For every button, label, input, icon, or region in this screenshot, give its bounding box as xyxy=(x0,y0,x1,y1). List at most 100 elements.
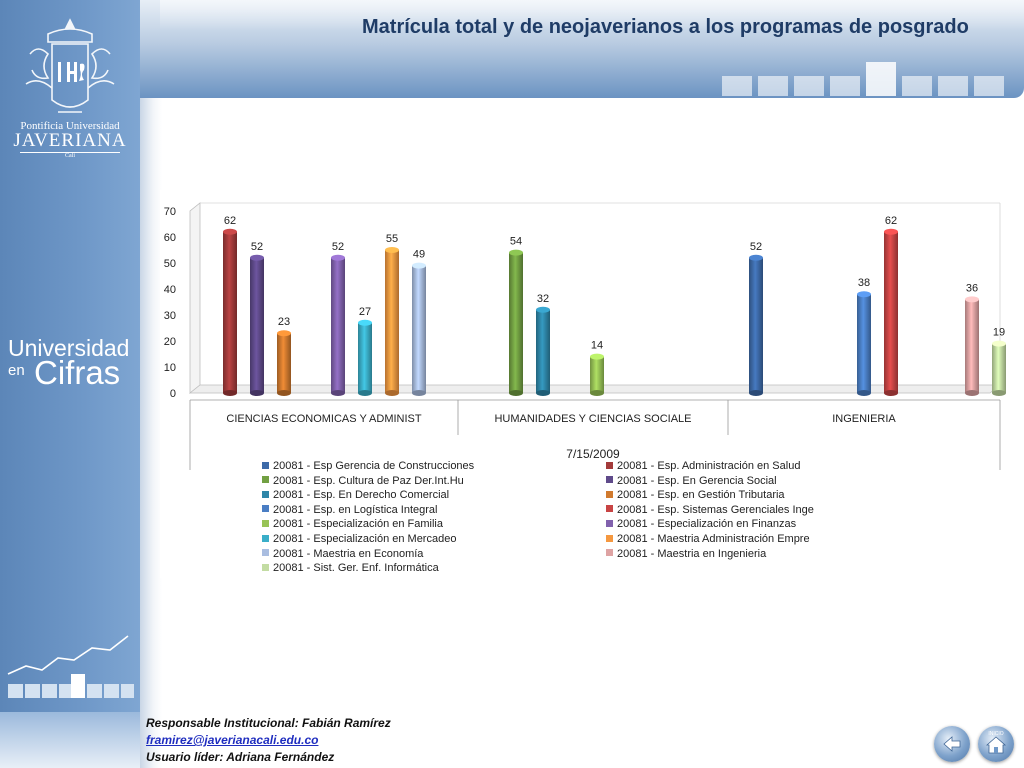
bar-cap xyxy=(884,228,898,235)
legend-entry: 20081 - Esp. Cultura de Paz Der.Int.Hu xyxy=(262,475,464,487)
sidebar-edge xyxy=(140,0,162,768)
bar-base xyxy=(965,390,979,396)
data-label: 55 xyxy=(386,233,398,245)
header-decor-block xyxy=(902,76,932,96)
y-tick-label: 50 xyxy=(164,258,176,270)
back-arrow-icon xyxy=(943,736,961,752)
home-icon: INICIO xyxy=(985,731,1007,754)
bar xyxy=(385,247,399,396)
data-label: 62 xyxy=(885,215,897,227)
bar-cap xyxy=(857,291,871,298)
y-tick-label: 30 xyxy=(164,310,176,322)
bar-body xyxy=(992,343,1006,393)
bar-body xyxy=(884,231,898,393)
data-label: 52 xyxy=(750,241,762,253)
legend-entry: 20081 - Esp. Administración en Salud xyxy=(606,460,800,472)
legend-swatch xyxy=(262,519,269,527)
category-label: INGENIERIA xyxy=(832,413,896,425)
legend-swatch xyxy=(606,505,613,513)
y-tick-label: 10 xyxy=(164,362,176,374)
legend-label: 20081 - Especialización en Finanzas xyxy=(617,518,797,531)
legend-swatch xyxy=(262,534,269,542)
data-label: 19 xyxy=(993,327,1005,339)
y-tick-label: 40 xyxy=(164,284,176,296)
header-decor-block xyxy=(974,76,1004,96)
bar-body xyxy=(965,299,979,393)
legend-entry: 20081 - Esp. en Gestión Tributaria xyxy=(606,489,785,501)
x-axis-label: 7/15/2009 xyxy=(566,447,620,461)
bar-cap xyxy=(509,249,523,256)
legend-swatch xyxy=(606,490,613,498)
legend-label: 20081 - Especialización en Familia xyxy=(273,518,443,531)
legend-entry: 20081 - Esp. Sistemas Gerenciales Inge xyxy=(606,504,814,516)
data-label: 38 xyxy=(858,277,870,289)
bar-body xyxy=(385,250,399,393)
brand-cifras: Cifras xyxy=(34,354,121,391)
bar-base xyxy=(749,390,763,396)
page-title: Matrícula total y de neojaverianos a los… xyxy=(362,16,969,38)
legend-entry: 20081 - Especialización en Familia xyxy=(262,518,443,530)
bar-cap xyxy=(223,228,237,235)
sidebar-growth-chart-icon xyxy=(7,635,134,698)
bar-cap xyxy=(992,340,1006,347)
bar xyxy=(509,249,523,396)
bar-body xyxy=(223,231,237,393)
bar-body xyxy=(536,309,550,393)
legend-entry: 20081 - Especialización en Finanzas xyxy=(606,518,796,530)
bar-cap xyxy=(536,306,550,313)
home-button[interactable]: INICIO xyxy=(978,726,1014,762)
bar-body xyxy=(331,257,345,393)
bar-base xyxy=(385,390,399,396)
bar-cap xyxy=(412,262,426,269)
legend-entry: 20081 - Maestria Administración Empre xyxy=(606,533,810,545)
bar xyxy=(749,254,763,396)
legend-label: 20081 - Esp. En Gerencia Social xyxy=(617,474,777,487)
header-decor-block xyxy=(830,76,860,96)
bar xyxy=(250,254,264,396)
legend-entry: 20081 - Maestria en Economía xyxy=(262,548,423,560)
bar-base xyxy=(412,390,426,396)
data-label: 23 xyxy=(278,316,290,328)
back-button[interactable] xyxy=(934,726,970,762)
legend-label: 20081 - Esp Gerencia de Construcciones xyxy=(273,460,475,472)
header-decor-block xyxy=(794,76,824,96)
bar xyxy=(965,296,979,396)
bar-cap xyxy=(965,296,979,303)
sidebar-bottom-panel xyxy=(0,712,140,768)
y-tick-label: 60 xyxy=(164,232,176,244)
legend-swatch xyxy=(606,534,613,542)
university-name-line2: JAVERIANA xyxy=(13,130,127,151)
bar-chart: 0 10 20 30 40 50 60 70 CIENCIAS ECONOMICAS Y ADM… xyxy=(164,202,1006,470)
bar-base xyxy=(331,390,345,396)
bar-body xyxy=(412,265,426,393)
data-label: 36 xyxy=(966,282,978,294)
bar-body xyxy=(749,257,763,393)
bar xyxy=(412,262,426,396)
bar-cap xyxy=(385,247,399,253)
data-label: 62 xyxy=(224,215,236,227)
bar-base xyxy=(884,390,898,396)
bar-base xyxy=(536,390,550,396)
legend-label: 20081 - Esp. Administración en Salud xyxy=(617,460,801,472)
bar-body xyxy=(857,294,871,393)
university-crest-icon xyxy=(25,18,115,113)
legend-label: 20081 - Sist. Ger. Enf. Informática xyxy=(273,562,439,575)
legend-label: 20081 - Esp. Sistemas Gerenciales Inge xyxy=(617,503,814,516)
legend-entry: 20081 - Esp. en Logística Integral xyxy=(262,504,438,516)
y-tick-label: 20 xyxy=(164,336,176,348)
bar xyxy=(223,228,237,396)
header-decor-block xyxy=(938,76,968,96)
footer-email-link[interactable]: framirez@javerianacali.edu.co xyxy=(146,733,318,747)
category-label: HUMANIDADES Y CIENCIAS SOCIALE xyxy=(494,413,691,425)
bar-body xyxy=(250,257,264,393)
bar-cap xyxy=(250,254,264,261)
bar-base xyxy=(250,390,264,396)
data-label: 52 xyxy=(251,241,263,253)
bar-base xyxy=(509,390,523,396)
header-decor-block xyxy=(866,62,896,96)
legend-entry: 20081 - Esp. En Gerencia Social xyxy=(606,475,777,487)
bar-base xyxy=(857,390,871,396)
legend-entry: 20081 - Esp. En Derecho Comercial xyxy=(262,489,449,501)
legend-swatch xyxy=(606,519,613,527)
bar-body xyxy=(509,252,523,393)
